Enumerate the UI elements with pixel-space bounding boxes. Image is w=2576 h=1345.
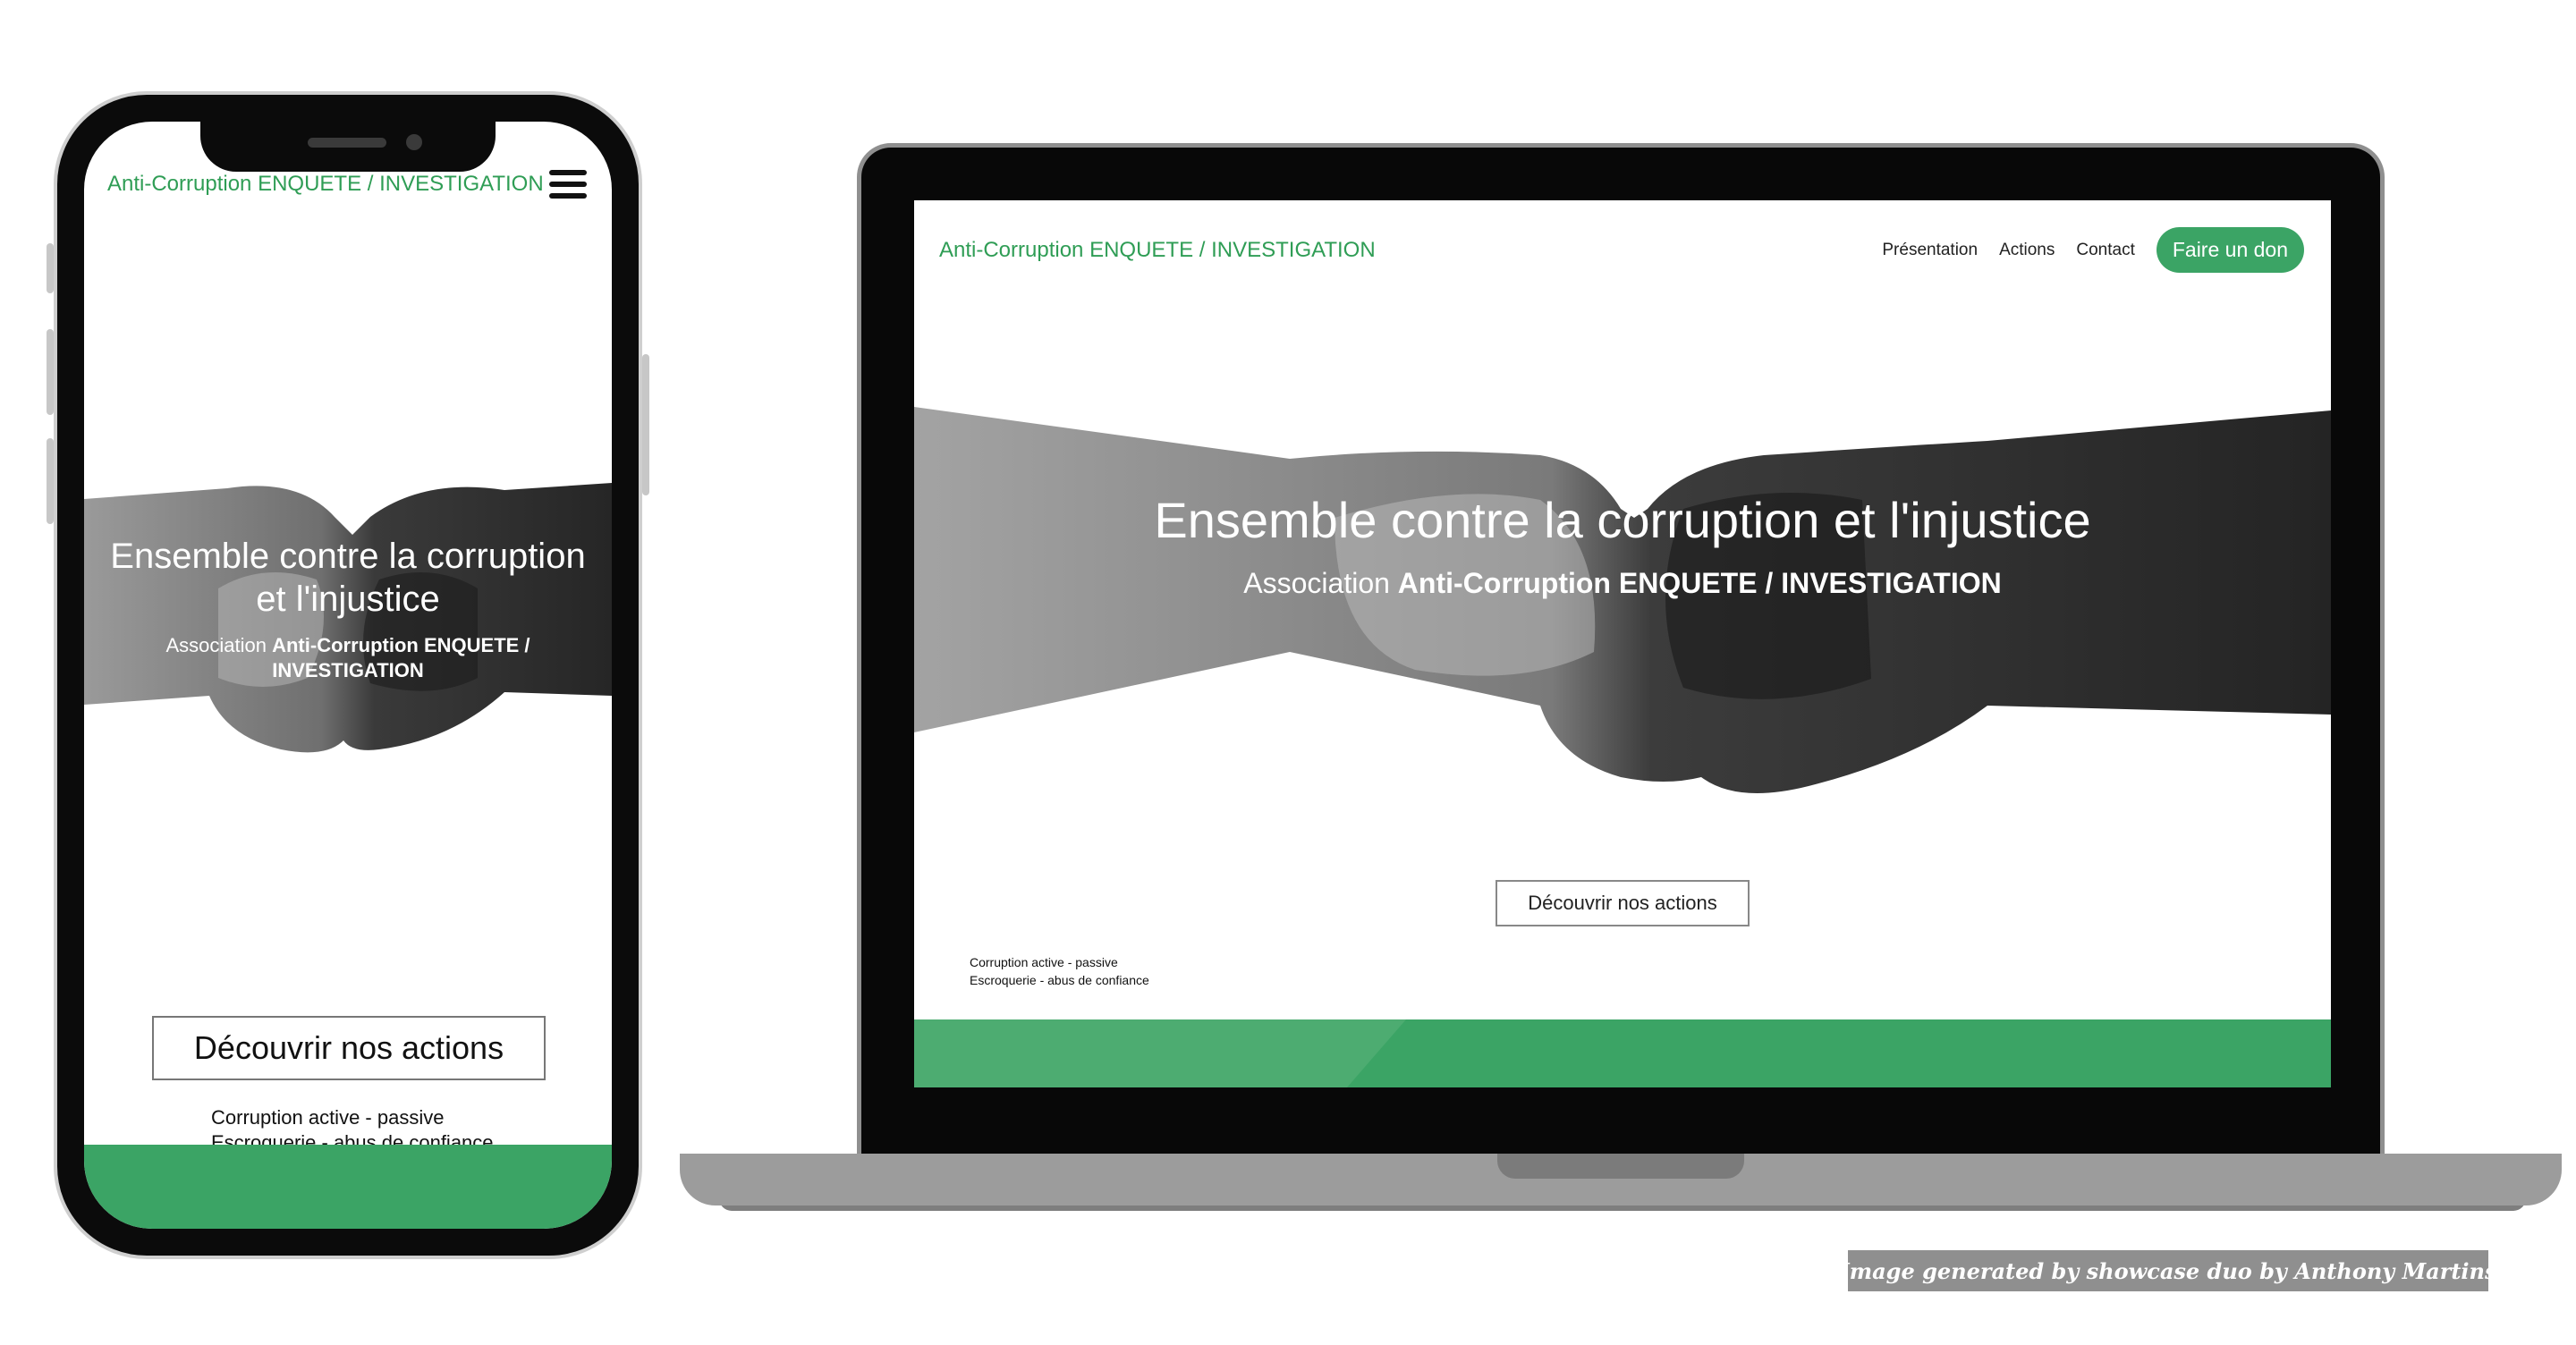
phone-volume-up-button: [47, 329, 54, 415]
tag-item: Corruption active - passive: [970, 955, 1118, 969]
mobile-hero-subtitle: Association Anti-Corruption ENQUETE / IN…: [156, 633, 540, 683]
phone-mockup: Anti-Corruption ENQUETE / INVESTIGATION: [47, 91, 649, 1259]
desktop-nav: Présentation Actions Contact Faire un do…: [1882, 227, 2304, 273]
nav-link-presentation[interactable]: Présentation: [1882, 241, 1978, 260]
hamburger-line: [549, 170, 587, 175]
mobile-screen: Anti-Corruption ENQUETE / INVESTIGATION: [84, 122, 612, 1229]
laptop-base-notch: [1497, 1154, 1744, 1179]
discover-actions-button[interactable]: Découvrir nos actions: [152, 1016, 546, 1080]
desktop-tags: Corruption active - passive Escroquerie …: [970, 953, 1149, 989]
image-credit-badge: Image generated by showcase duo by Antho…: [1840, 1250, 2497, 1291]
mobile-logo[interactable]: Anti-Corruption ENQUETE / INVESTIGATION: [107, 172, 544, 197]
phone-side-button: [47, 243, 54, 293]
hamburger-line: [549, 193, 587, 199]
donate-button[interactable]: Faire un don: [2156, 227, 2304, 273]
phone-notch: [200, 122, 496, 172]
hamburger-line: [549, 182, 587, 187]
mobile-hero: Ensemble contre la corruption et l'injus…: [84, 481, 612, 785]
speaker-grille: [308, 138, 386, 148]
desktop-hero-subtitle: Association Anti-Corruption ENQUETE / IN…: [914, 567, 2331, 600]
subtitle-prefix: Association: [1243, 567, 1390, 599]
desktop-hero: Ensemble contre la corruption et l'injus…: [914, 384, 2331, 795]
desktop-green-band-highlight: [914, 1019, 1406, 1087]
subtitle-strong: Anti-Corruption ENQUETE / INVESTIGATION: [272, 634, 530, 681]
nav-link-contact[interactable]: Contact: [2076, 241, 2134, 260]
discover-actions-button[interactable]: Découvrir nos actions: [1496, 880, 1750, 926]
desktop-hero-title: Ensemble contre la corruption et l'injus…: [1154, 492, 2091, 548]
subtitle-prefix: Association: [165, 634, 267, 656]
mobile-hero-title: Ensemble contre la corruption et l'injus…: [110, 537, 586, 619]
nav-link-actions[interactable]: Actions: [1999, 241, 2055, 260]
tag-item: Corruption active - passive: [211, 1106, 445, 1129]
front-camera: [406, 134, 422, 150]
phone-power-button: [642, 354, 649, 495]
subtitle-strong: Anti-Corruption ENQUETE / INVESTIGATION: [1397, 567, 2002, 599]
mobile-green-band: [84, 1145, 612, 1229]
desktop-screen: Anti-Corruption ENQUETE / INVESTIGATION …: [914, 200, 2331, 1087]
hamburger-icon[interactable]: [549, 170, 587, 199]
phone-volume-down-button: [47, 438, 54, 524]
tag-item: Escroquerie - abus de confiance: [970, 973, 1149, 987]
desktop-logo[interactable]: Anti-Corruption ENQUETE / INVESTIGATION: [939, 238, 1376, 263]
